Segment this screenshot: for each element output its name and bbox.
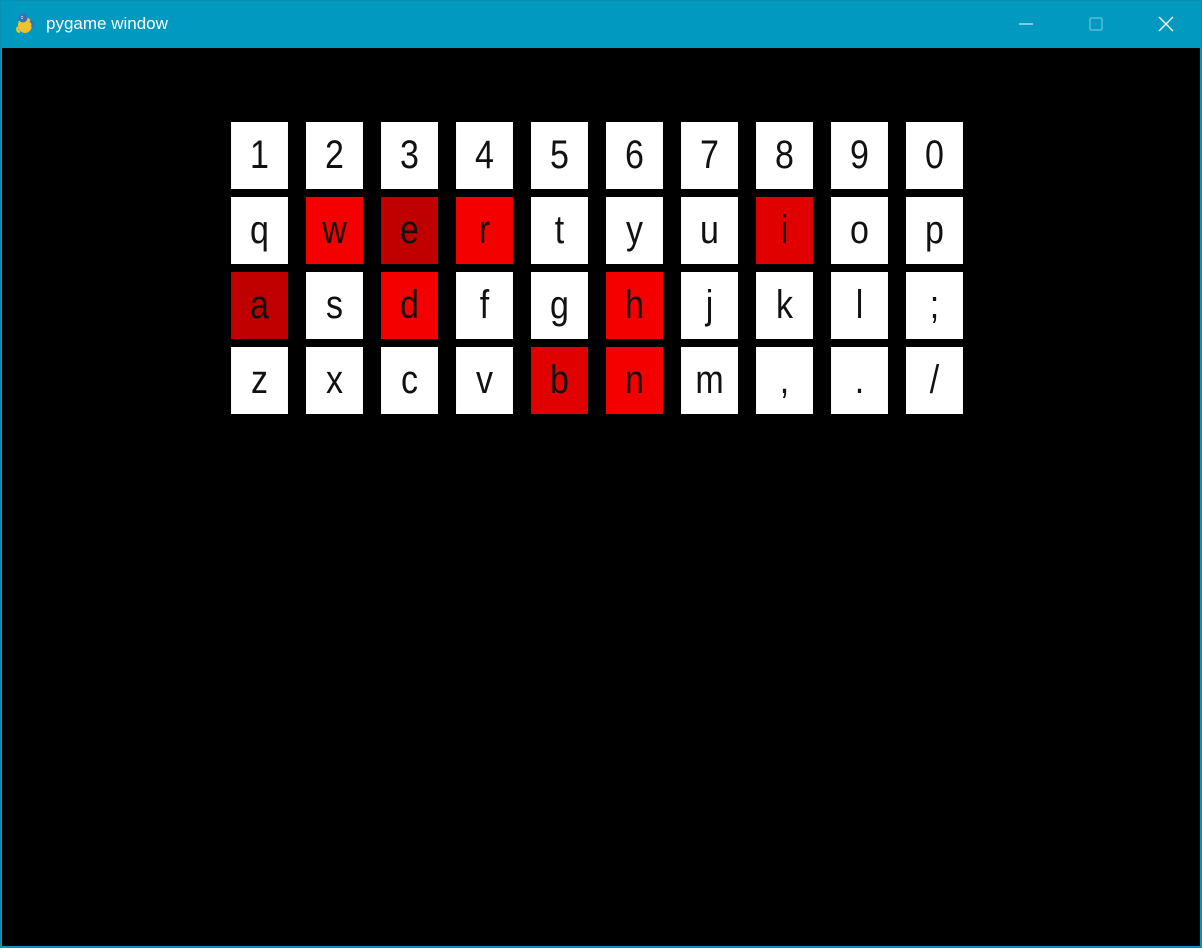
- pygame-window: pygame window 1234567890 qwertyuiop asdfgh…: [0, 0, 1202, 948]
- key-1-8: o: [831, 197, 888, 264]
- key-0-6: 7: [681, 122, 738, 189]
- key-3-4: b: [531, 347, 588, 414]
- key-0-0: 1: [231, 122, 288, 189]
- key-0-7: 8: [756, 122, 813, 189]
- key-0-9: 0: [906, 122, 963, 189]
- key-1-1: w: [306, 197, 363, 264]
- key-3-3: v: [456, 347, 513, 414]
- key-3-5: n: [606, 347, 663, 414]
- pygame-snake-icon: [16, 13, 34, 34]
- key-2-4: g: [531, 272, 588, 339]
- maximize-button[interactable]: [1061, 1, 1131, 47]
- close-icon: [1158, 16, 1174, 32]
- window-title: pygame window: [46, 14, 168, 33]
- key-3-2: c: [381, 347, 438, 414]
- key-1-9: p: [906, 197, 963, 264]
- key-2-0: a: [231, 272, 288, 339]
- key-3-8: .: [831, 347, 888, 414]
- key-2-6: j: [681, 272, 738, 339]
- maximize-icon: [1089, 17, 1103, 31]
- key-1-3: r: [456, 197, 513, 264]
- key-3-7: ,: [756, 347, 813, 414]
- key-1-5: y: [606, 197, 663, 264]
- key-1-6: u: [681, 197, 738, 264]
- key-0-4: 5: [531, 122, 588, 189]
- key-2-8: l: [831, 272, 888, 339]
- title-bar[interactable]: pygame window: [1, 1, 1201, 47]
- key-2-7: k: [756, 272, 813, 339]
- close-button[interactable]: [1131, 1, 1201, 47]
- key-3-6: m: [681, 347, 738, 414]
- key-2-2: d: [381, 272, 438, 339]
- key-2-3: f: [456, 272, 513, 339]
- key-0-2: 3: [381, 122, 438, 189]
- minimize-button[interactable]: [991, 1, 1061, 47]
- key-1-2: e: [381, 197, 438, 264]
- key-0-3: 4: [456, 122, 513, 189]
- key-0-8: 9: [831, 122, 888, 189]
- key-1-7: i: [756, 197, 813, 264]
- key-2-9: ;: [906, 272, 963, 339]
- key-2-5: h: [606, 272, 663, 339]
- key-3-0: z: [231, 347, 288, 414]
- minimize-icon: [1019, 23, 1033, 25]
- key-0-1: 2: [306, 122, 363, 189]
- key-0-5: 6: [606, 122, 663, 189]
- key-2-1: s: [306, 272, 363, 339]
- game-canvas[interactable]: 1 2 3 4 5 6 7 8 9 0 q w e r t y u i o p a s d f g h j k l; z x c v b n m,. /: [2, 48, 1200, 946]
- key-1-0: q: [231, 197, 288, 264]
- key-1-4: t: [531, 197, 588, 264]
- key-3-1: x: [306, 347, 363, 414]
- key-3-9: /: [906, 347, 963, 414]
